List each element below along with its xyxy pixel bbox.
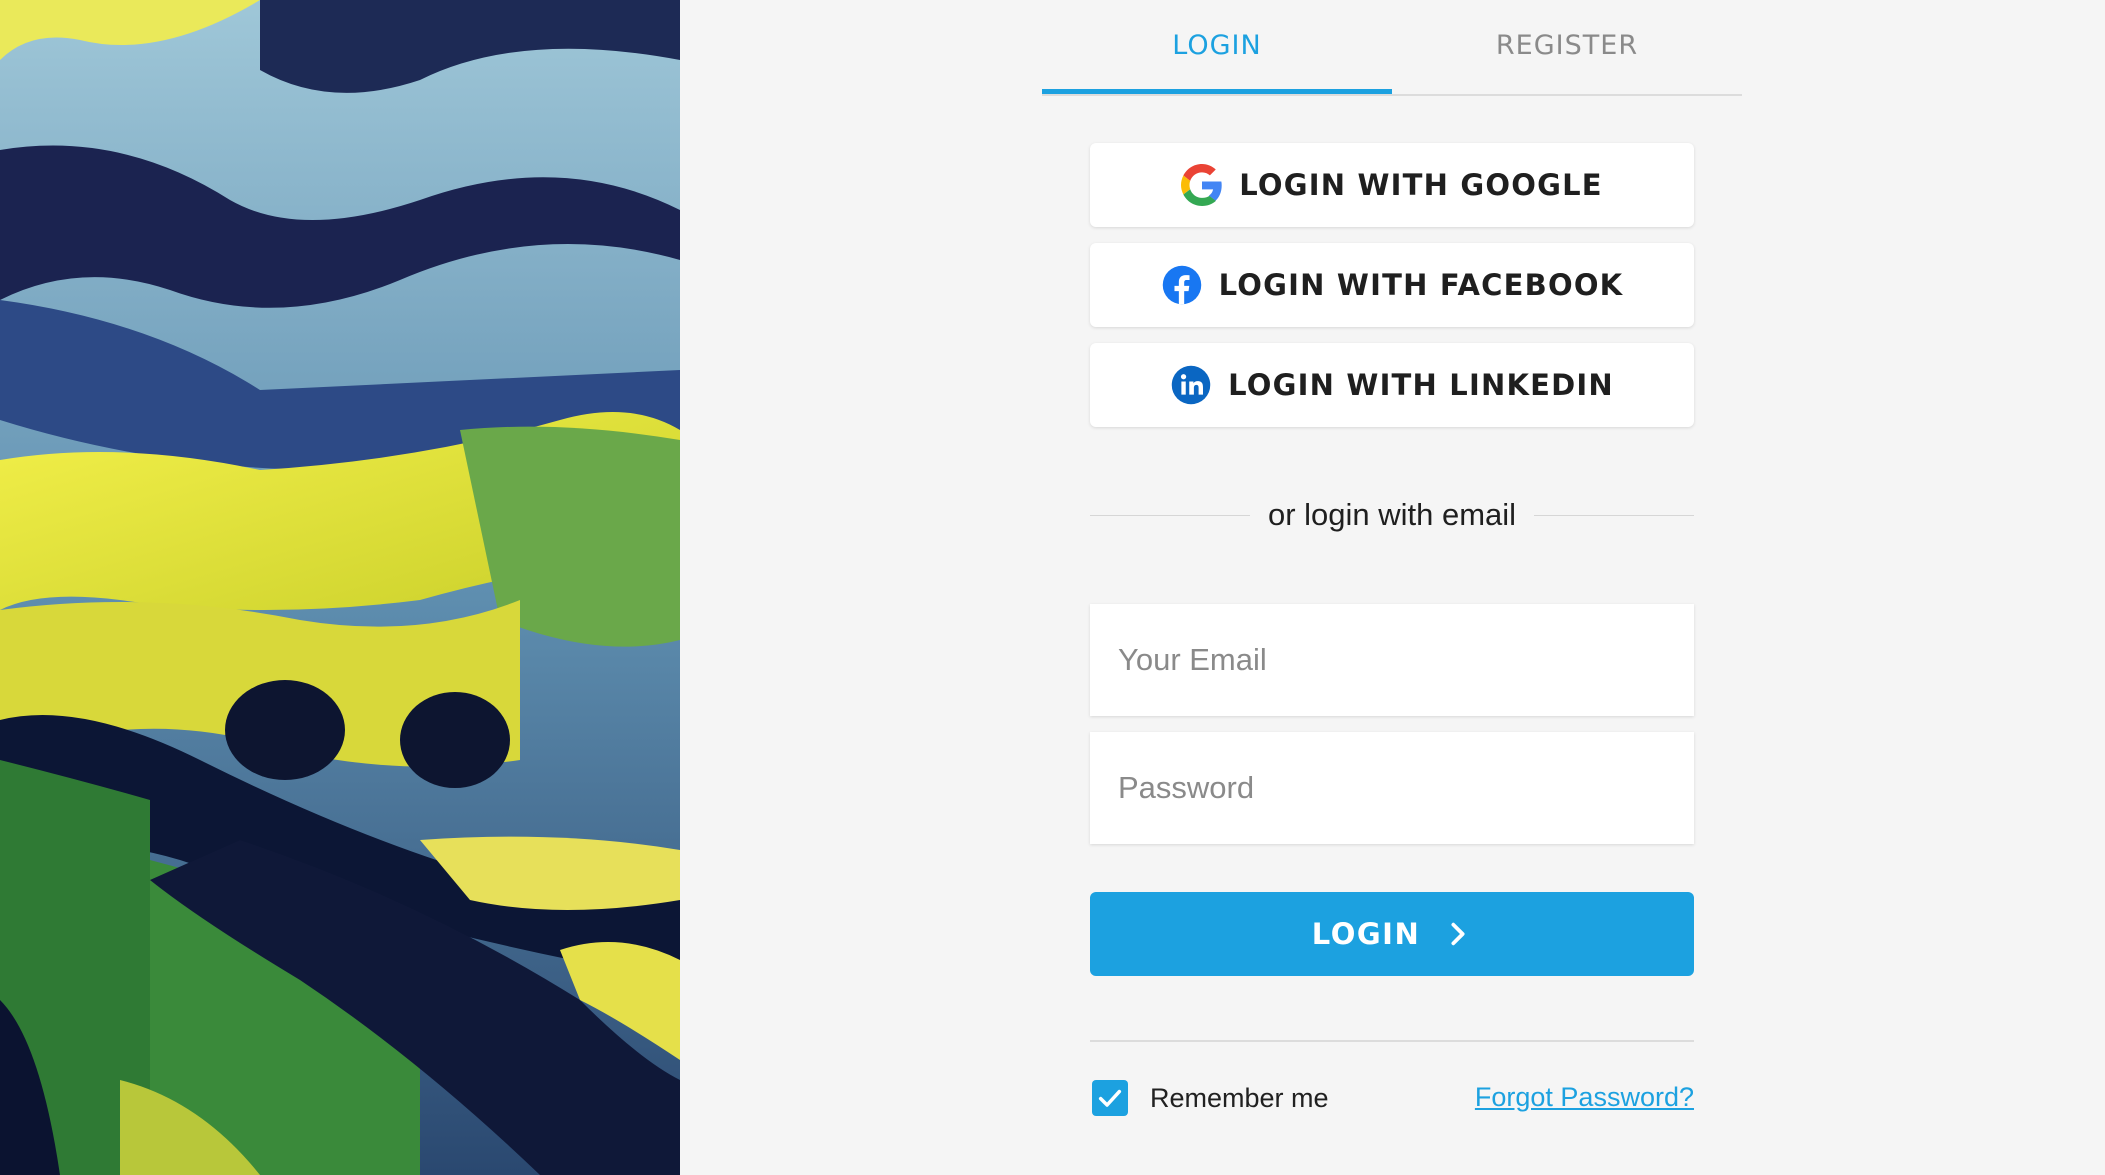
email-divider: or login with email <box>1090 490 1695 540</box>
login-form-column: LOGIN WITH GOOGLE LOGIN WITH FACEBOOK LO… <box>1090 0 1695 1175</box>
login-with-facebook-button[interactable]: LOGIN WITH FACEBOOK <box>1090 243 1694 327</box>
login-button-label: LOGIN <box>1311 917 1421 951</box>
chevron-right-icon <box>1451 922 1465 946</box>
login-with-google-button[interactable]: LOGIN WITH GOOGLE <box>1090 143 1694 227</box>
checkbox-checked-icon[interactable] <box>1092 1080 1128 1116</box>
google-icon <box>1181 164 1223 206</box>
password-field[interactable] <box>1090 732 1694 844</box>
login-panel: LOGIN REGISTER LOGIN WITH GOOGLE LOGIN W… <box>680 0 2105 1175</box>
google-button-label: LOGIN WITH GOOGLE <box>1239 168 1603 202</box>
login-button[interactable]: LOGIN <box>1090 892 1694 976</box>
decorative-painting-image <box>0 0 680 1175</box>
divider-text: or login with email <box>1267 497 1517 532</box>
facebook-button-label: LOGIN WITH FACEBOOK <box>1218 268 1624 302</box>
forgot-password-link[interactable]: Forgot Password? <box>1475 1082 1694 1113</box>
linkedin-icon <box>1170 364 1212 406</box>
remember-me-checkbox[interactable]: Remember me <box>1092 1080 1329 1116</box>
divider-line-left <box>1090 514 1250 516</box>
form-separator <box>1090 1040 1694 1042</box>
email-field[interactable] <box>1090 604 1694 716</box>
remember-me-label: Remember me <box>1150 1082 1329 1113</box>
divider-line-right <box>1534 514 1695 516</box>
facebook-icon <box>1161 264 1203 306</box>
login-with-linkedin-button[interactable]: LOGIN WITH LINKEDIN <box>1090 343 1694 427</box>
linkedin-button-label: LOGIN WITH LINKEDIN <box>1228 368 1614 402</box>
